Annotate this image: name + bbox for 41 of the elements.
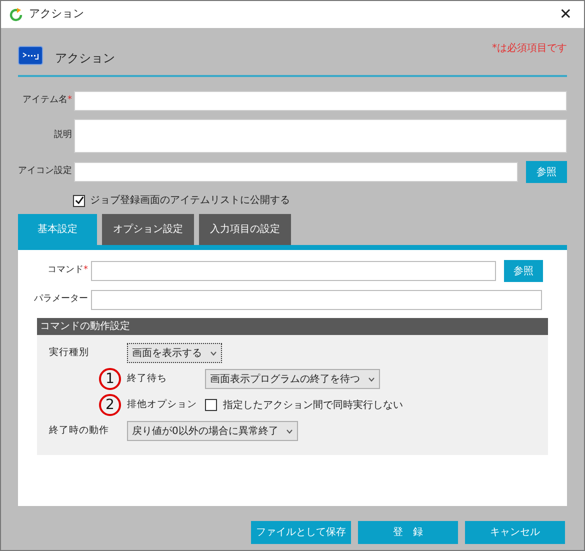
field-label: アイコン設定 bbox=[18, 165, 72, 178]
checkbox[interactable] bbox=[73, 194, 85, 206]
option-label: 排他オプション bbox=[127, 398, 198, 412]
option-label: 終了待ち bbox=[127, 372, 168, 386]
dropdown-value: 画面表示プログラムの終了を待つ bbox=[210, 372, 360, 386]
section-header: コマンドの動作設定 bbox=[37, 318, 548, 335]
required-note: *は必須項目です bbox=[492, 42, 567, 56]
checkbox-label: ジョブ登録画面のアイテムリストに公開する bbox=[90, 194, 290, 208]
window-title: アクション bbox=[29, 6, 84, 22]
description-field[interactable] bbox=[74, 119, 567, 153]
chevron-down-icon bbox=[368, 376, 375, 382]
required-mark: * bbox=[84, 264, 88, 278]
text-field[interactable] bbox=[91, 290, 542, 310]
terminal-icon bbox=[18, 46, 43, 65]
annotation-number: 2 bbox=[99, 394, 121, 416]
field-label: パラメーター bbox=[34, 293, 88, 306]
checkbox-label: 指定したアクション間で同時実行しない bbox=[223, 398, 403, 412]
required-mark: * bbox=[68, 94, 72, 108]
dropdown-value: 画面を表示する bbox=[132, 346, 202, 360]
annotation-number: 1 bbox=[99, 368, 121, 390]
text-field[interactable] bbox=[74, 91, 567, 111]
option-label: 終了時の動作 bbox=[49, 424, 110, 438]
dropdown-value: 戻り値が0以外の場合に異常終了 bbox=[132, 424, 278, 438]
field-label: 説明 bbox=[54, 129, 72, 142]
option-label: 実行種別 bbox=[49, 346, 90, 360]
dropdown[interactable]: 画面表示プログラムの終了を待つ bbox=[205, 369, 380, 389]
refresh-icon bbox=[9, 8, 23, 22]
text-field[interactable] bbox=[91, 261, 496, 281]
close-button[interactable]: ✕ bbox=[555, 3, 576, 26]
text-field[interactable] bbox=[74, 162, 518, 182]
field-label: コマンド bbox=[48, 264, 84, 278]
tab[interactable]: オプション設定 bbox=[102, 214, 194, 245]
tab[interactable]: 入力項目の設定 bbox=[199, 214, 291, 245]
dialog-heading: アクション bbox=[55, 50, 115, 67]
dropdown[interactable]: 画面を表示する bbox=[127, 343, 222, 363]
checkbox[interactable] bbox=[205, 399, 217, 411]
chevron-down-icon bbox=[286, 428, 294, 434]
dropdown[interactable]: 戻り値が0以外の場合に異常終了 bbox=[127, 421, 298, 441]
chevron-down-icon bbox=[210, 350, 217, 356]
check-icon bbox=[74, 196, 84, 205]
field-label: アイテム名 bbox=[22, 94, 68, 108]
